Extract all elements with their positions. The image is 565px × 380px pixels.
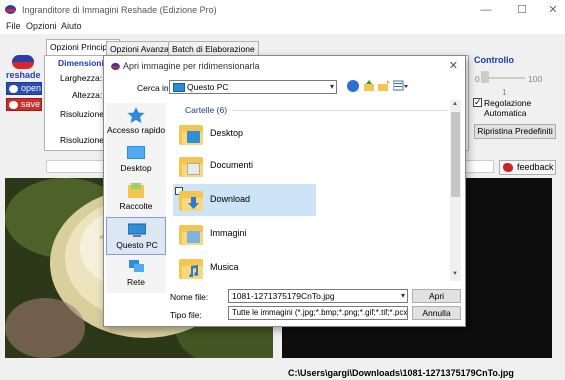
place-desktop[interactable]: Desktop (106, 141, 166, 179)
minimize-button[interactable]: — (471, 2, 501, 18)
place-accesso-rapido[interactable]: Accesso rapido (106, 103, 166, 141)
scroll-up-icon[interactable]: ▲ (452, 101, 458, 107)
window-title: Ingranditore di Immagini Reshade (Edizio… (22, 5, 217, 15)
filetype-label: Tipo file: (170, 310, 202, 320)
slider-value-label: 1 (502, 87, 507, 97)
reset-defaults-button[interactable]: Ripristina Predefiniti (474, 124, 556, 139)
open-file-dialog: Apri immagine per ridimensionarla ✕ Cerc… (103, 55, 466, 327)
open-label: open (21, 83, 42, 93)
menu-opzioni[interactable]: Opzioni (26, 21, 57, 31)
pc-icon (173, 83, 185, 92)
filename-value: 1081-1271375179CnTo.jpg (232, 291, 335, 301)
pc-large-icon (127, 222, 147, 237)
filetype-value: Tutte le immagini (*.jpg;*.bmp;*.png;*.g… (232, 308, 408, 317)
save-label: save (21, 99, 41, 109)
filetype-select[interactable]: Tutte le immagini (*.jpg;*.bmp;*.png;*.g… (228, 306, 408, 320)
width-label: Larghezza: (60, 73, 103, 83)
chevron-down-icon: ▾ (329, 82, 334, 91)
filename-label: Nome file: (170, 292, 209, 302)
control-slider-thumb[interactable] (481, 71, 489, 83)
filename-input[interactable]: 1081-1271375179CnTo.jpg ▾ (228, 289, 408, 303)
places-bar: Accesso rapido Desktop Raccolte Questo P… (106, 103, 166, 293)
menu-file[interactable]: File (6, 21, 21, 31)
look-in-label: Cerca in: (137, 83, 172, 93)
look-in-combo[interactable]: Questo PC ▾ (169, 80, 337, 94)
folder-item-desktop[interactable]: Desktop (173, 118, 316, 150)
view-menu-icon[interactable] (392, 80, 409, 92)
control-slider-track[interactable] (485, 77, 525, 79)
open-button[interactable]: open (6, 82, 42, 95)
status-file-path: C:\Users\gargi\Downloads\1081-1271375179… (288, 368, 514, 378)
dialog-close-button[interactable]: ✕ (449, 59, 458, 72)
resolution-label: Risoluzione (60, 109, 104, 119)
open-dialog-button[interactable]: Apri (412, 289, 461, 303)
feedback-label: feedback (517, 162, 554, 172)
place-rete[interactable]: Rete (106, 255, 166, 293)
maximize-button[interactable]: ☐ (507, 2, 537, 18)
group-divider (232, 110, 447, 111)
height-label: Altezza: (72, 90, 103, 100)
folder-icon (179, 189, 203, 211)
scrollbar-thumb[interactable] (451, 112, 460, 197)
look-in-value: Questo PC (187, 82, 229, 92)
slider-min-label: 0 (475, 74, 480, 84)
place-questo-pc[interactable]: Questo PC (106, 217, 166, 255)
feedback-button[interactable]: feedback (499, 160, 556, 175)
auto-adjust-checkbox[interactable] (473, 97, 482, 108)
folder-icon (179, 257, 203, 279)
folders-group-header[interactable]: Cartelle (6) (185, 105, 227, 115)
scroll-down-icon[interactable]: ▼ (452, 271, 458, 277)
up-folder-icon[interactable] (363, 80, 375, 92)
star-icon (127, 107, 145, 123)
close-button[interactable]: ✕ (538, 2, 565, 18)
desktop-icon (127, 145, 145, 159)
save-button[interactable]: save (6, 98, 42, 111)
dimensions-group-title: Dimensioni i (58, 58, 109, 68)
open-icon (9, 85, 18, 93)
dialog-app-icon (111, 62, 120, 71)
title-bar: Ingranditore di Immagini Reshade (Edizio… (0, 0, 565, 20)
logo-text: reshade (6, 70, 41, 80)
folder-icon (179, 123, 203, 145)
back-icon[interactable] (347, 80, 359, 92)
feedback-icon (503, 163, 513, 172)
control-title: Controllo (474, 55, 514, 65)
app-icon (5, 5, 16, 14)
menu-bar: File Opzioni Aiuto (0, 20, 565, 34)
libraries-icon (127, 183, 145, 198)
folder-item-documenti[interactable]: Documenti (173, 150, 316, 182)
folder-list: Cartelle (6) Desktop Documenti Download … (172, 100, 461, 280)
folder-item-immagini[interactable]: Immagini (173, 218, 316, 250)
folder-item-download[interactable]: Download (173, 184, 316, 216)
new-folder-icon[interactable] (378, 80, 390, 92)
menu-aiuto[interactable]: Aiuto (61, 21, 82, 31)
save-icon (9, 101, 18, 109)
cancel-dialog-button[interactable]: Annulla (412, 306, 461, 320)
network-icon (127, 259, 145, 273)
folder-item-musica[interactable]: Musica (173, 252, 316, 284)
place-raccolte[interactable]: Raccolte (106, 179, 166, 217)
folder-icon (179, 155, 203, 177)
dialog-title: Apri immagine per ridimensionarla (123, 61, 260, 71)
reshade-logo (6, 55, 38, 69)
folder-icon (179, 223, 203, 245)
auto-adjust-label: Regolazione Automatica (484, 98, 532, 118)
slider-max-label: 100 (528, 74, 543, 84)
tab-batch[interactable]: Batch di Elaborazione (168, 41, 259, 55)
chevron-down-icon: ▾ (400, 291, 405, 300)
